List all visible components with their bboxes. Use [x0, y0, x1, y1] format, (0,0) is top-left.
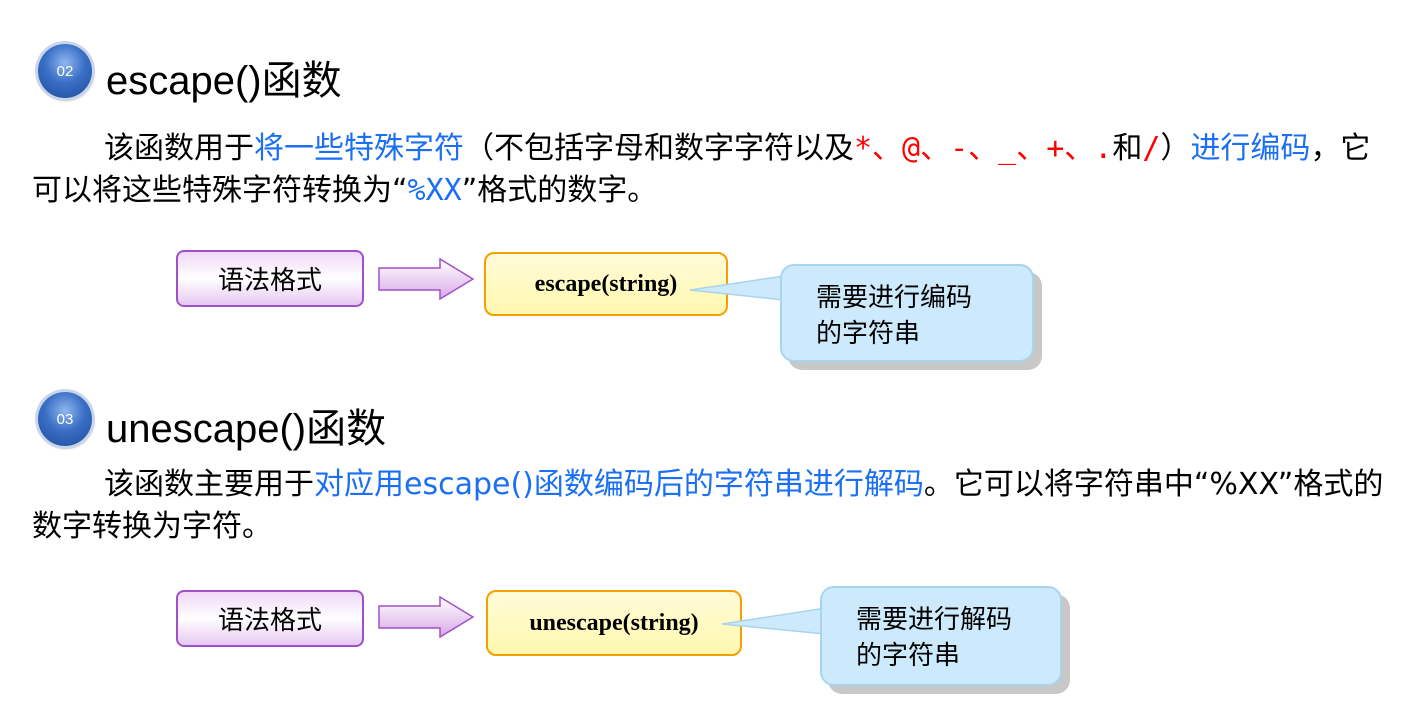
section-badge-02: 02	[38, 44, 92, 98]
callout-line: 需要进行编码	[816, 283, 973, 313]
syntax-label-box: 语法格式	[176, 590, 364, 647]
callout-line: 的字符串	[856, 641, 961, 671]
callout-unescape: 需要进行解码 的字符串	[820, 586, 1062, 686]
callout-line: 需要进行解码	[856, 605, 1013, 635]
highlight: 进行编码	[1190, 131, 1311, 166]
callout-escape: 需要进行编码 的字符串	[780, 264, 1034, 362]
text: 和	[1112, 131, 1143, 166]
text: 该函数用于	[104, 131, 254, 166]
text: 该函数主要用于	[104, 467, 314, 502]
section-title-escape: escape()函数	[106, 59, 342, 103]
unescape-description: 该函数主要用于对应用escape()函数编码后的字符串进行解码。它可以将字符串中…	[32, 464, 1392, 548]
callout-line: 的字符串	[816, 319, 921, 349]
text: ）	[1160, 131, 1191, 166]
escape-description: 该函数用于将一些特殊字符（不包括字母和数字字符以及*、@、-、_、+、.和/）进…	[32, 128, 1392, 212]
arrow-icon	[378, 258, 474, 300]
arrow-icon	[378, 596, 474, 638]
callout-tail	[689, 275, 785, 301]
special-chars: *、@、-、_、+、.	[854, 131, 1113, 166]
syntax-box-unescape: unescape(string)	[486, 590, 742, 656]
text: ”格式的数字。	[461, 173, 658, 208]
highlight: %XX	[407, 173, 462, 208]
section-badge-03: 03	[38, 392, 92, 446]
text: （不包括字母和数字字符以及	[464, 131, 854, 166]
highlight: 对应用escape()函数编码后的字符串进行解码	[314, 467, 924, 502]
syntax-label-box: 语法格式	[176, 250, 364, 307]
section-title-unescape: unescape()函数	[106, 407, 387, 451]
callout-tail	[721, 607, 827, 635]
special-chars: /	[1142, 131, 1161, 166]
highlight: 将一些特殊字符	[254, 131, 464, 166]
